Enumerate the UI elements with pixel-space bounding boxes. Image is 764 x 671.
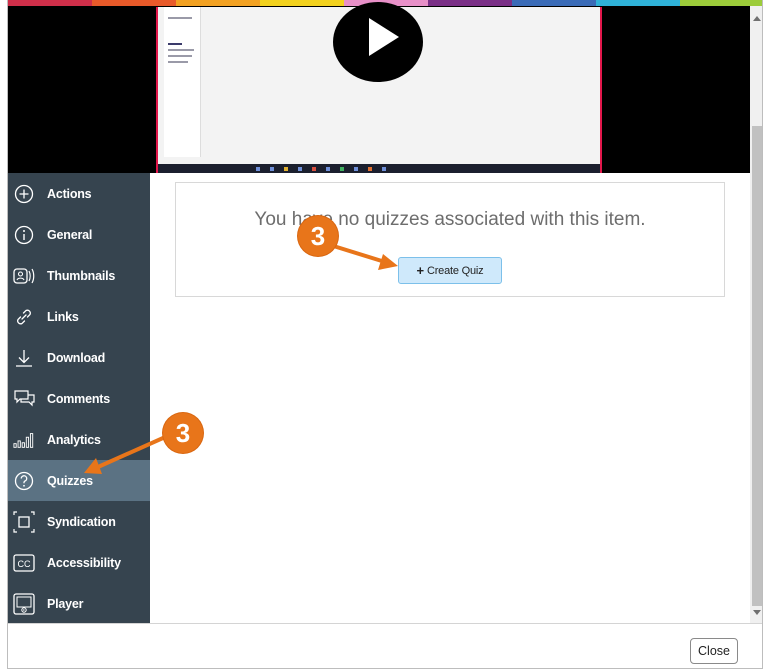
create-quiz-label: Create Quiz [426,264,484,277]
sidebar-item-label: Syndication [47,514,116,529]
comments-icon [13,388,35,410]
create-quiz-button[interactable]: + Create Quiz [398,257,502,284]
player-icon [13,592,35,615]
sidebar-item-label: Player [47,596,84,611]
vertical-scrollbar[interactable] [750,6,762,623]
sidebar-item-label: Analytics [47,432,101,447]
step-marker-top: 3 [298,216,338,256]
cc-icon: CC [13,552,35,574]
sidebar-item-thumbnails[interactable]: Thumbnails [8,255,150,296]
sidebar-item-analytics[interactable]: Analytics [8,419,150,460]
thumbnails-icon [13,265,35,287]
scroll-thumb[interactable] [752,126,762,606]
link-icon [13,306,35,328]
play-icon [369,18,399,56]
sidebar-item-player[interactable]: Player [8,583,150,624]
question-circle-icon [13,470,35,492]
sidebar-item-links[interactable]: Links [8,296,150,337]
play-button[interactable] [333,2,423,82]
sidebar-item-label: Thumbnails [47,268,116,283]
syndication-icon [13,510,35,533]
info-circle-icon [13,224,35,246]
quizzes-panel: You have no quizzes associated with this… [150,173,750,623]
scroll-up-arrow-icon[interactable] [753,16,761,21]
quiz-empty-state: You have no quizzes associated with this… [175,182,725,297]
sidebar-item-label: Actions [47,186,92,201]
sidebar: Actions General Thumbnails Links Downloa… [8,173,150,623]
sidebar-item-syndication[interactable]: Syndication [8,501,150,542]
svg-text:CC: CC [18,559,31,569]
sidebar-item-label: Quizzes [47,473,93,488]
sidebar-item-label: General [47,227,93,242]
sidebar-item-general[interactable]: General [8,214,150,255]
dialog-footer: Close [8,623,762,668]
empty-state-message: You have no quizzes associated with this… [254,209,646,230]
media-dialog: Actions General Thumbnails Links Downloa… [7,0,763,669]
sidebar-item-actions[interactable]: Actions [8,173,150,214]
plus-circle-icon [13,183,35,205]
sidebar-item-label: Links [47,309,79,324]
sidebar-item-label: Accessibility [47,555,121,570]
step-marker-side: 3 [163,413,203,453]
sidebar-item-label: Comments [47,391,110,406]
sidebar-item-quizzes[interactable]: Quizzes [8,460,150,501]
scroll-down-arrow-icon[interactable] [753,610,761,615]
close-button[interactable]: Close [690,638,738,664]
download-icon [13,347,35,369]
sidebar-item-comments[interactable]: Comments [8,378,150,419]
video-player[interactable] [8,2,750,173]
sidebar-item-label: Download [47,350,106,365]
sidebar-item-accessibility[interactable]: CC Accessibility [8,542,150,583]
plus-icon: + [416,263,425,278]
sidebar-item-download[interactable]: Download [8,337,150,378]
analytics-icon [13,429,35,451]
